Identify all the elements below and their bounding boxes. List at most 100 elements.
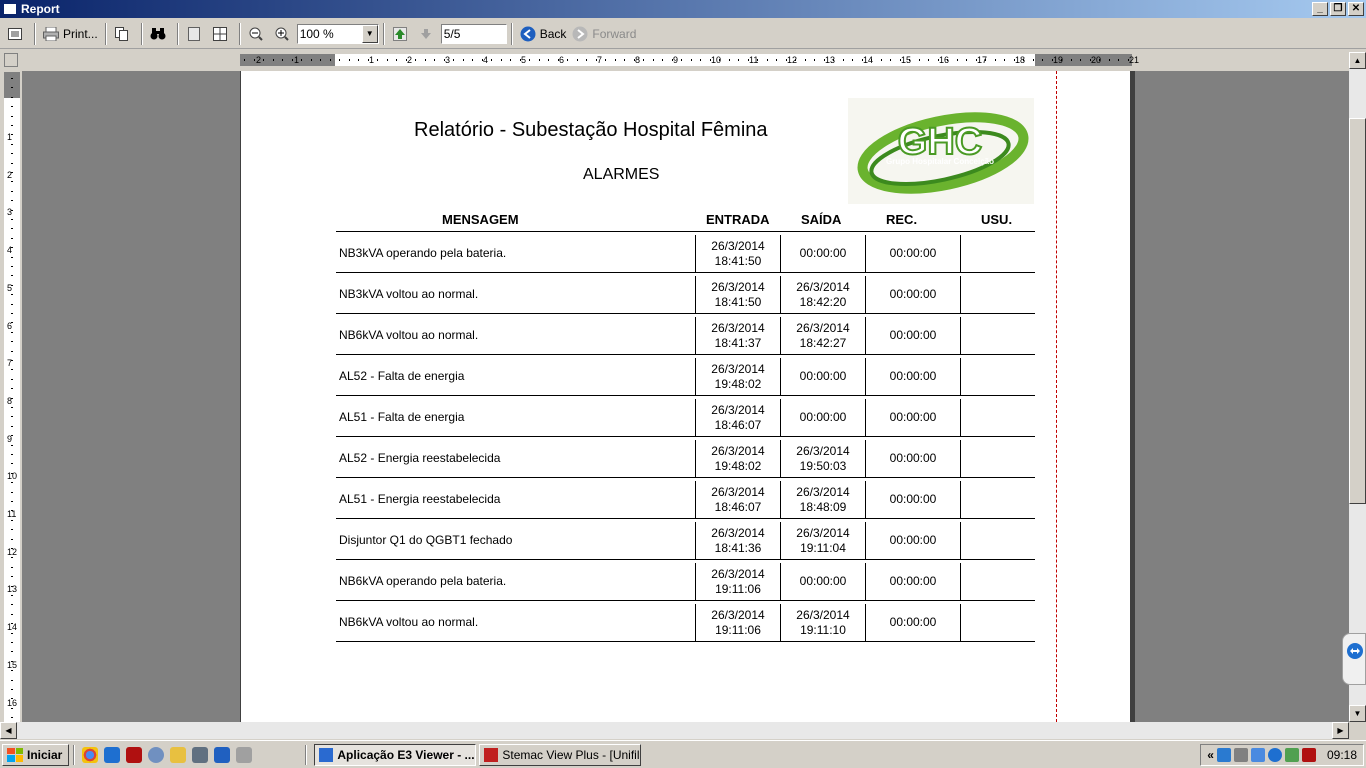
- start-button[interactable]: Iniciar: [2, 743, 70, 766]
- ruler-tick: [282, 59, 283, 61]
- vruler-tick: [11, 670, 13, 671]
- ruler-number: 2: [407, 55, 413, 65]
- saida-time: 00:00:00: [799, 369, 847, 383]
- title-bar[interactable]: Report _ ❐ ✕: [0, 0, 1366, 18]
- vruler-tick: [11, 247, 13, 248]
- scripts-icon[interactable]: [236, 746, 253, 763]
- task-e3-viewer[interactable]: Aplicação E3 Viewer - ...: [314, 743, 477, 766]
- ruler-strip: 2 1 1 2 3 4 5 6 7 8 9 10 11 12 13 14 15 16 17 18 19 20 21: [240, 54, 1139, 66]
- toc-toggle-button[interactable]: [4, 23, 30, 45]
- single-page-button[interactable]: [183, 23, 209, 45]
- vruler-tick: [11, 257, 13, 258]
- table-row-rec: 00:00:00: [889, 246, 937, 260]
- vnc-icon[interactable]: [126, 746, 143, 763]
- network-icon[interactable]: [1216, 748, 1231, 762]
- scroll-right-button[interactable]: ▶: [1332, 722, 1349, 739]
- entrada-time: 19:11:06: [715, 623, 761, 637]
- scroll-down-button[interactable]: ▼: [1349, 705, 1366, 722]
- close-button[interactable]: ✕: [1348, 2, 1364, 16]
- vruler-tick: [11, 567, 13, 568]
- teamviewer-tray-icon[interactable]: [1267, 748, 1282, 762]
- vruler-tick: [11, 379, 13, 380]
- ruler-tick: [396, 59, 397, 61]
- multi-page-button[interactable]: [209, 23, 235, 45]
- vertical-scrollbar[interactable]: ▲ ▼: [1349, 52, 1366, 722]
- restore-button[interactable]: ❐: [1330, 2, 1346, 16]
- vnc-tray-icon[interactable]: [1301, 748, 1316, 762]
- table-row-line: [336, 395, 1035, 396]
- ruler-tick: [615, 59, 616, 61]
- previous-page-button[interactable]: [389, 23, 415, 45]
- ruler-tick: [833, 59, 834, 61]
- logo-subtext: Grupo Hospitalar Conceição: [886, 157, 994, 166]
- forward-button[interactable]: Forward: [569, 23, 639, 45]
- vruler-tick: [11, 482, 13, 483]
- copy-button[interactable]: [111, 23, 137, 45]
- col-header-rec: REC.: [886, 212, 918, 227]
- table-row-rec: 00:00:00: [889, 369, 937, 383]
- ruler-tick: [472, 59, 473, 61]
- tray-tool-icon[interactable]: [1233, 748, 1248, 762]
- task-stemac-view[interactable]: Stemac View Plus - [Unifil...: [479, 743, 642, 766]
- ie-icon[interactable]: [104, 746, 121, 763]
- ruler-tick: [577, 59, 578, 61]
- tray-expand-button[interactable]: «: [1207, 748, 1214, 762]
- copy-icon: [114, 26, 130, 42]
- horizontal-scrollbar[interactable]: ◀ ▶: [0, 722, 1349, 739]
- ruler-tick: [292, 59, 293, 61]
- ruler-tick: [719, 59, 720, 61]
- entrada-date: 26/3/2014: [711, 444, 765, 458]
- teamviewer-panel-tab[interactable]: [1342, 633, 1366, 685]
- vruler-tick: [11, 388, 13, 389]
- report-preview-area[interactable]: GHC Grupo Hospitalar Conceição Relatório…: [22, 71, 1349, 722]
- table-row-rec: 00:00:00: [889, 492, 937, 506]
- ghc-logo: GHC Grupo Hospitalar Conceição: [848, 98, 1034, 204]
- saida-date: 26/3/2014: [796, 608, 850, 622]
- vertical-scroll-thumb[interactable]: [1349, 118, 1366, 504]
- tool-icon[interactable]: [192, 746, 209, 763]
- chrome-icon[interactable]: [82, 746, 99, 763]
- ruler-tick: [928, 59, 929, 61]
- scroll-up-button[interactable]: ▲: [1349, 52, 1366, 69]
- next-page-button[interactable]: [415, 23, 441, 45]
- safely-remove-icon[interactable]: [1284, 748, 1299, 762]
- vruler-tick: [11, 116, 13, 117]
- scroll-left-button[interactable]: ◀: [0, 722, 17, 739]
- messenger-icon[interactable]: [148, 746, 165, 763]
- ruler-tick: [254, 59, 255, 61]
- tray-app-icon[interactable]: [1250, 748, 1265, 762]
- vruler-tick: [11, 633, 13, 634]
- table-row-line: [336, 436, 1035, 437]
- vruler-tick: [11, 520, 13, 521]
- table-column-line: [960, 440, 961, 477]
- saida-time: 18:42:27: [799, 336, 847, 350]
- page-number-input[interactable]: 5/5: [440, 23, 507, 44]
- report-page: GHC Grupo Hospitalar Conceição Relatório…: [240, 71, 1132, 722]
- ruler-tick: [957, 59, 958, 61]
- ruler-tick: [244, 59, 245, 61]
- zoom-out-button[interactable]: [245, 23, 271, 45]
- toolbar: Print... 100 % ▼ 5/5 Back Forward: [0, 19, 1366, 49]
- saida-time: 00:00:00: [799, 410, 847, 424]
- ruler-tick: [263, 59, 264, 61]
- back-button[interactable]: Back: [517, 23, 570, 45]
- print-label: Print...: [63, 26, 98, 41]
- table-row-message: NB6kVA voltou ao normal.: [339, 615, 479, 629]
- ruler-tick: [634, 59, 635, 61]
- ruler-tick: [529, 59, 530, 61]
- table-row-line: [336, 477, 1035, 478]
- zoom-in-button[interactable]: [271, 23, 297, 45]
- vruler-tick: [11, 708, 13, 709]
- chevron-down-icon[interactable]: ▼: [361, 24, 378, 43]
- minimize-button[interactable]: _: [1312, 2, 1328, 16]
- table-row-entrada: 26/3/2014 18:46:07: [696, 485, 780, 515]
- app-icon[interactable]: [214, 746, 231, 763]
- find-button[interactable]: [147, 23, 173, 45]
- table-column-line: [960, 399, 961, 436]
- arrow-up-icon: [392, 26, 408, 42]
- multi-page-icon: [212, 26, 228, 42]
- zoom-select[interactable]: 100 % ▼: [296, 23, 379, 44]
- folder-icon[interactable]: [170, 746, 187, 763]
- vruler-tick: [11, 426, 13, 427]
- print-button[interactable]: Print...: [40, 23, 101, 45]
